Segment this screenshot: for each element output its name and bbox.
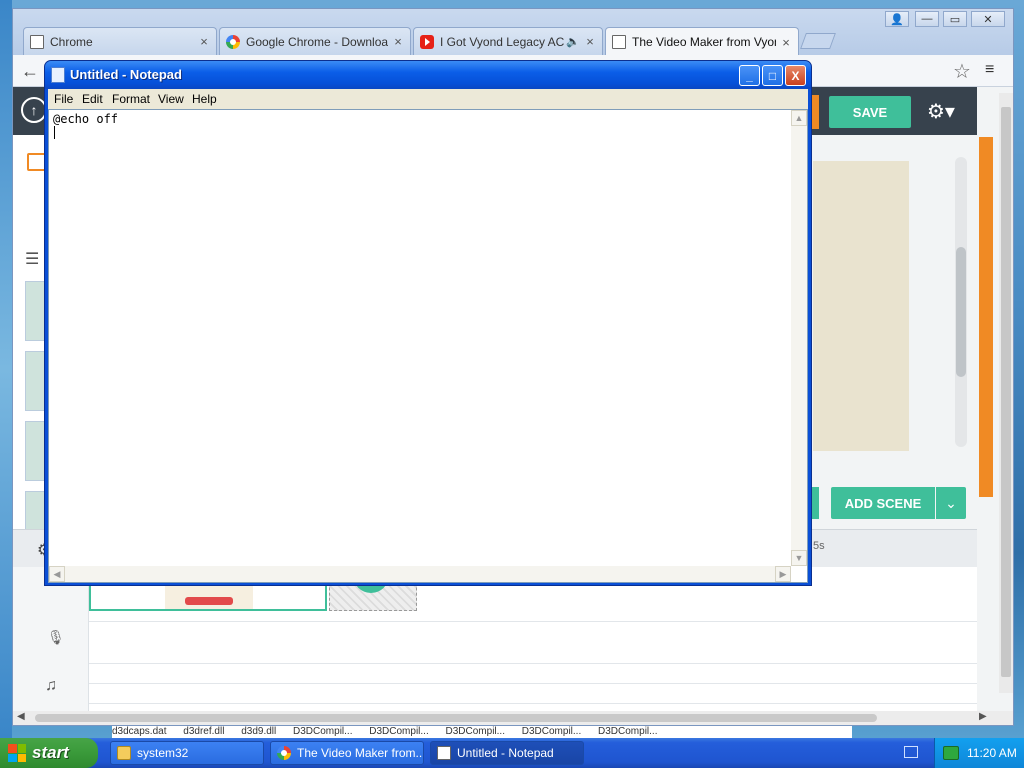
add-scene-dropdown-icon[interactable]: ⌄ [936, 487, 966, 519]
start-button[interactable]: start [0, 738, 98, 768]
explorer-file-strip: d3dcaps.dat d3dref.dll d3d9.dll D3DCompi… [112, 726, 852, 738]
track-divider [89, 663, 977, 664]
tab-strip: Chrome × Google Chrome - Download t × I … [13, 9, 1013, 56]
file-name[interactable]: D3DCompil... [293, 726, 352, 737]
save-button[interactable]: SAVE [829, 96, 911, 128]
scroll-down-arrow-icon[interactable]: ▼ [791, 550, 807, 566]
scrollbar-thumb[interactable] [35, 714, 877, 722]
taskbar-item-system32[interactable]: system32 [110, 741, 264, 765]
taskbar-item-label: Untitled - Notepad [457, 746, 554, 760]
text-caret [54, 126, 55, 139]
document-text: @echo off [53, 112, 119, 126]
scroll-right-arrow-icon[interactable]: ▶ [979, 711, 987, 722]
maximize-button[interactable]: ▭ [943, 11, 967, 27]
list-view-icon[interactable]: ☰ [25, 249, 39, 269]
file-name[interactable]: d3dcaps.dat [112, 726, 167, 737]
menu-view[interactable]: View [158, 92, 184, 106]
tab-video-maker-vyond[interactable]: The Video Maker from Vyond × [605, 27, 799, 56]
scroll-up-arrow-icon[interactable]: ▲ [791, 110, 807, 126]
scene-stage[interactable] [813, 161, 909, 451]
menu-bar: File Edit Format View Help [48, 89, 808, 109]
file-name[interactable]: D3DCompil... [598, 726, 657, 737]
tab-google-chrome-download[interactable]: Google Chrome - Download t × [219, 27, 411, 55]
start-label: start [32, 743, 69, 762]
track-divider [89, 621, 977, 622]
window-title: Untitled - Notepad [70, 67, 182, 82]
text-editor[interactable]: @echo off ▲ ▼ ◀ ▶ [48, 109, 808, 583]
youtube-icon [420, 34, 434, 49]
new-tab-button[interactable] [800, 33, 836, 49]
chrome-icon [277, 746, 291, 760]
close-window-button[interactable]: ✕ [971, 11, 1005, 27]
tab-title: The Video Maker from Vyond [632, 35, 776, 49]
bookmark-star-icon[interactable]: ☆ [953, 59, 971, 84]
notepad-window: Untitled - Notepad _ □ X File Edit Forma… [44, 60, 812, 586]
taskbar-item-label: system32 [137, 746, 189, 760]
music-icon[interactable]: ♫ [45, 677, 57, 695]
tab-title: Google Chrome - Download t [246, 34, 388, 49]
timeline: 🎙 ♫ + [13, 557, 977, 713]
horizontal-scrollbar[interactable]: ◀ ▶ [49, 566, 791, 582]
time-marker: 5s [813, 540, 825, 552]
close-icon[interactable]: × [198, 34, 210, 49]
side-panel-edge [979, 137, 993, 497]
taskbar-item-label: The Video Maker from... [297, 746, 424, 760]
minimize-button[interactable]: — [915, 11, 939, 27]
scrollbar-thumb[interactable] [1001, 107, 1011, 677]
menu-format[interactable]: Format [112, 92, 150, 106]
tab-chrome[interactable]: Chrome × [23, 27, 217, 55]
track-labels: 🎙 ♫ [13, 567, 89, 713]
folder-icon [117, 746, 131, 760]
file-name[interactable]: D3DCompil... [522, 726, 581, 737]
taskbar-item-chrome[interactable]: The Video Maker from... [270, 741, 424, 765]
maximize-button[interactable]: □ [762, 65, 783, 86]
speaker-icon[interactable]: 🔈 [566, 35, 580, 48]
document-icon [612, 35, 626, 49]
scroll-right-arrow-icon[interactable]: ▶ [775, 566, 791, 582]
user-icon[interactable]: 👤 [885, 11, 909, 27]
tab-vyond-legacy-video[interactable]: I Got Vyond Legacy ACS 🔈 × [413, 27, 603, 55]
add-scene-button[interactable]: ADD SCENE [831, 487, 935, 519]
desktop-wallpaper-edge [0, 0, 12, 738]
settings-gear-icon[interactable]: ⚙▾ [927, 99, 955, 124]
track-divider [89, 683, 977, 684]
taskbar: start system32 The Video Maker from... U… [0, 738, 1024, 768]
close-button[interactable]: X [785, 65, 806, 86]
tab-title: Chrome [50, 34, 93, 49]
notepad-icon [437, 746, 451, 760]
close-icon[interactable]: × [584, 34, 596, 49]
google-icon [226, 34, 240, 49]
clock[interactable]: 11:20 AM [967, 746, 1017, 760]
menu-edit[interactable]: Edit [82, 92, 103, 106]
menu-file[interactable]: File [54, 92, 73, 106]
tab-title: I Got Vyond Legacy ACS [440, 34, 565, 49]
notepad-titlebar[interactable]: Untitled - Notepad _ □ X [45, 61, 811, 89]
file-name[interactable]: D3DCompil... [446, 726, 505, 737]
track-divider [89, 703, 977, 704]
microphone-icon[interactable]: 🎙 [47, 629, 65, 646]
system-tray: 11:20 AM [934, 738, 1024, 768]
file-name[interactable]: D3DCompil... [369, 726, 428, 737]
back-arrow-icon[interactable]: ← [21, 61, 39, 82]
notepad-icon[interactable] [51, 67, 65, 83]
close-icon[interactable]: × [780, 35, 792, 50]
page-vertical-scrollbar[interactable] [999, 93, 1013, 693]
scroll-left-arrow-icon[interactable]: ◀ [49, 566, 65, 582]
scrollbar-thumb[interactable] [956, 247, 966, 377]
keyboard-icon[interactable] [904, 746, 918, 758]
menu-help[interactable]: Help [192, 92, 217, 106]
stage-scrollbar[interactable] [955, 157, 967, 447]
vertical-scrollbar[interactable]: ▲ ▼ [791, 110, 807, 566]
taskbar-item-notepad[interactable]: Untitled - Notepad [430, 741, 584, 765]
page-horizontal-scrollbar[interactable]: ◀ ▶ [13, 711, 1013, 725]
file-name[interactable]: d3d9.dll [241, 726, 276, 737]
scroll-left-arrow-icon[interactable]: ◀ [17, 711, 25, 722]
document-icon [30, 34, 44, 49]
file-name[interactable]: d3dref.dll [183, 726, 224, 737]
minimize-button[interactable]: _ [739, 65, 760, 86]
close-icon[interactable]: × [392, 34, 404, 49]
network-icon[interactable] [943, 746, 959, 760]
windows-logo-icon [8, 744, 26, 762]
chrome-menu-icon[interactable]: ≡ [985, 61, 994, 79]
